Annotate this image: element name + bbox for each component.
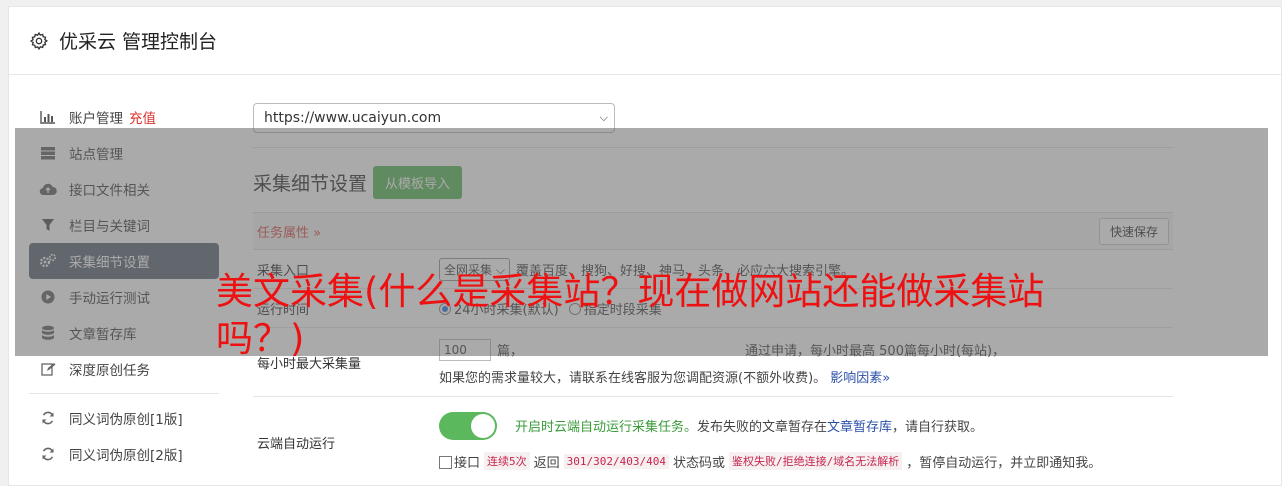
cloud-on-text: 开启时云端自动运行采集任务。 (515, 420, 698, 435)
cloud-desc: 发布失败的文章暂存在 (697, 420, 828, 435)
sidebar-item-label: 同义词伪原创[1版] (69, 412, 183, 428)
max-desc-contact: 如果您的需求量较大，请联系在线客服为您调配资源(不额外收费)。 (439, 370, 827, 386)
sidebar-item-label: 手动运行测试 (69, 291, 150, 307)
chevron-down-icon: ⌵ (599, 111, 608, 124)
filter-icon (39, 216, 57, 234)
check-text-2: 返回 (533, 455, 560, 471)
page-header: 优采云 管理控制台 (9, 7, 1281, 75)
refresh-icon (39, 409, 57, 427)
recharge-link[interactable]: 充值 (129, 107, 156, 127)
sidebar-item-synonym-v2[interactable]: 同义词伪原创[2版] (29, 436, 219, 472)
sidebar-item-synonym-v1[interactable]: 同义词伪原创[1版] (29, 400, 219, 436)
cloud-label: 云端自动运行 (257, 437, 336, 452)
sidebar-item-label: 账户管理 (69, 111, 123, 127)
sidebar-item-label: 栏目与关键词 (69, 219, 150, 235)
code-consecutive: 连续5次 (484, 452, 530, 470)
refresh-icon (39, 445, 57, 463)
cloud-run-toggle[interactable] (439, 411, 497, 440)
factors-link[interactable]: 影响因素» (830, 371, 890, 386)
sidebar-item-sites[interactable]: 站点管理 (29, 135, 219, 171)
section-header: 采集细节设置 从模板导入 (253, 162, 1173, 202)
console-card: 优采云 管理控制台 账户管理 充值 站点管理 接口文件相关 栏目与关键词 采集细… (8, 6, 1282, 486)
bar-chart-icon (39, 108, 57, 126)
sidebar-item-label: 文章暂存库 (69, 327, 137, 343)
section-title: 采集细节设置 (253, 172, 368, 195)
site-select[interactable]: https://www.ucaiyun.com ⌵ (253, 103, 615, 133)
server-icon (39, 144, 57, 162)
code-errors: 鉴权失败/拒绝连接/域名无法解析 (729, 452, 903, 470)
sidebar-divider (29, 393, 219, 394)
sidebar-item-account[interactable]: 账户管理 充值 (29, 99, 219, 135)
page-title: 优采云 管理控制台 (59, 31, 218, 53)
sidebar-item-article-storage[interactable]: 文章暂存库 (29, 315, 219, 351)
sidebar-item-manual-run[interactable]: 手动运行测试 (29, 279, 219, 315)
database-icon (39, 324, 57, 342)
tab-task-attributes[interactable]: 任务属性 » (257, 222, 321, 241)
cloud-desc-end: ，请自行获取。 (892, 420, 984, 435)
sidebar-item-label: 同义词伪原创[2版] (69, 448, 183, 464)
sidebar-item-label: 采集细节设置 (69, 255, 150, 271)
sidebar-item-interface-files[interactable]: 接口文件相关 (29, 171, 219, 207)
check-text-3: 状态码或 (673, 455, 726, 471)
edit-icon (39, 360, 57, 378)
code-status: 301/302/403/404 (563, 453, 669, 469)
sidebar-item-label: 站点管理 (69, 147, 123, 163)
cloud-run-row: 云端自动运行 开启时云端自动运行采集任务。 发布失败的文章暂存在 文章暂存库 ，… (253, 397, 1173, 485)
check-text: 接口 (454, 455, 481, 471)
article-storage-link[interactable]: 文章暂存库 (827, 416, 892, 435)
quick-save-button[interactable]: 快速保存 (1098, 217, 1169, 245)
task-attributes-bar: 任务属性 » 快速保存 (253, 212, 1173, 250)
sidebar: 账户管理 充值 站点管理 接口文件相关 栏目与关键词 采集细节设置 手动运行测试… (29, 99, 219, 472)
divider (253, 147, 1173, 148)
cloud-upload-icon (39, 180, 57, 198)
sidebar-item-deep-original[interactable]: 深度原创任务 (29, 351, 219, 387)
sidebar-item-collect-settings[interactable]: 采集细节设置 (29, 243, 219, 279)
check-text-4: ，暂停自动运行，并立即通知我。 (906, 455, 1102, 471)
red-caption: 美文采集(什么是采集站？现在做网站还能做采集站吗？) (216, 270, 1045, 360)
pause-checkbox[interactable] (439, 455, 452, 469)
sidebar-item-label: 深度原创任务 (69, 363, 150, 379)
sidebar-item-label: 接口文件相关 (69, 183, 150, 199)
play-icon (39, 288, 57, 306)
gears-icon (39, 252, 57, 270)
import-template-button[interactable]: 从模板导入 (373, 165, 463, 199)
sidebar-item-columns-keywords[interactable]: 栏目与关键词 (29, 207, 219, 243)
gear-icon (29, 31, 49, 50)
site-select-value: https://www.ucaiyun.com (264, 110, 442, 126)
